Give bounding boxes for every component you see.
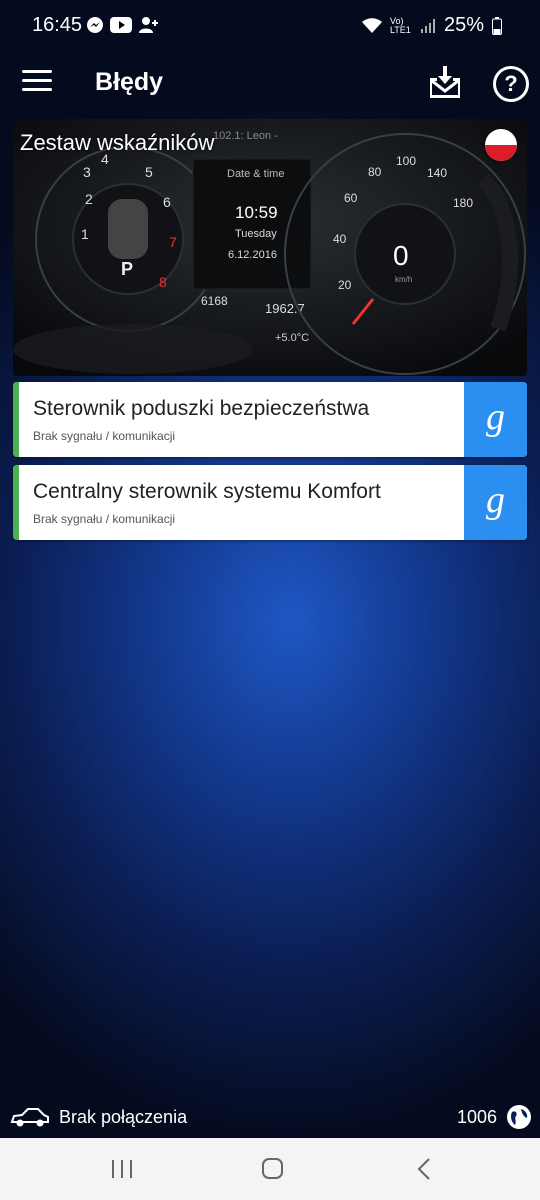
network-label: Vo) LTE1 — [389, 15, 411, 35]
fault-title: Sterownik poduszki bezpieczeństwa — [33, 397, 370, 420]
menu-line — [22, 88, 52, 91]
cluster-header: 102.1: Leon - — [213, 130, 278, 142]
svg-text:40: 40 — [333, 232, 347, 246]
menu-line — [22, 70, 52, 73]
battery-icon — [492, 16, 502, 35]
instrument-cluster-image: 3 4 5 6 7 8 2 1 P 102.1: Leon - Date & t… — [13, 119, 527, 376]
status-time: 16:45 — [32, 14, 83, 36]
poland-flag-icon[interactable] — [485, 129, 517, 161]
wifi-icon — [361, 17, 382, 33]
flag-red-stripe — [485, 145, 517, 161]
status-bar: 16:45 Vo) LTE1 25% — [0, 0, 540, 54]
count-label: 1006 — [456, 1107, 497, 1127]
recent-apps-icon — [112, 1160, 132, 1178]
fault-item[interactable]: Sterownik poduszki bezpieczeństwa Brak s… — [13, 382, 527, 457]
system-nav-bar — [0, 1138, 540, 1200]
cluster-odometer: 6168 — [201, 294, 228, 308]
cluster-date: 6.12.2016 — [228, 249, 277, 261]
menu-button[interactable] — [22, 70, 52, 94]
page-title: Błędy — [95, 68, 164, 96]
fault-status-accent — [13, 465, 19, 540]
help-icon: ? — [504, 71, 518, 96]
back-icon — [417, 1158, 430, 1180]
gear-indicator: P — [121, 259, 133, 279]
cluster-temperature: +5.0°C — [275, 332, 309, 344]
fault-subtitle: Brak sygnału / komunikacji — [33, 429, 176, 443]
svg-text:100: 100 — [396, 154, 416, 168]
connection-status: Brak połączenia — [59, 1107, 188, 1127]
google-search-button[interactable]: g — [464, 465, 527, 540]
google-search-button[interactable]: g — [464, 382, 527, 457]
recent-apps-button[interactable] — [102, 1154, 142, 1184]
google-icon: g — [486, 396, 505, 438]
home-icon — [262, 1158, 283, 1179]
notification-icons — [86, 16, 158, 34]
messenger-icon — [87, 17, 103, 33]
cluster-speed-unit: km/h — [395, 275, 412, 284]
signal-icon — [420, 18, 435, 33]
cluster-date-label: Date & time — [227, 168, 284, 180]
svg-text:6: 6 — [163, 194, 171, 210]
back-button[interactable] — [404, 1154, 444, 1184]
add-person-icon — [139, 17, 158, 33]
svg-text:7: 7 — [169, 234, 177, 250]
home-button[interactable] — [252, 1154, 292, 1184]
cluster-day: Tuesday — [235, 228, 277, 240]
menu-line — [22, 79, 52, 82]
connection-footer: Brak połączenia 1006 — [0, 1098, 540, 1138]
globe-icon[interactable] — [506, 1104, 532, 1130]
fault-status-accent — [13, 382, 19, 457]
app-bar: Błędy ? — [0, 56, 540, 110]
svg-text:20: 20 — [338, 278, 352, 292]
car-icon — [10, 1108, 49, 1127]
instrument-cluster-banner[interactable]: 3 4 5 6 7 8 2 1 P 102.1: Leon - Date & t… — [13, 119, 527, 376]
cluster-speed: 0 — [393, 240, 409, 271]
fault-subtitle: Brak sygnału / komunikacji — [33, 512, 176, 526]
system-icons: Vo) LTE1 25% — [361, 14, 502, 37]
cluster-time: 10:59 — [235, 203, 278, 222]
svg-text:3: 3 — [83, 164, 91, 180]
svg-text:8: 8 — [159, 274, 167, 290]
svg-text:80: 80 — [368, 165, 382, 179]
svg-text:2: 2 — [85, 191, 93, 207]
download-inbox-button[interactable] — [427, 64, 463, 100]
inbox-download-icon — [430, 66, 460, 98]
help-button[interactable]: ? — [493, 66, 529, 102]
svg-text:60: 60 — [344, 191, 358, 205]
google-icon: g — [486, 479, 505, 521]
svg-text:140: 140 — [427, 166, 447, 180]
banner-title: Zestaw wskaźników — [20, 130, 215, 155]
svg-text:1: 1 — [81, 226, 89, 242]
fault-item[interactable]: Centralny sterownik systemu Komfort Brak… — [13, 465, 527, 540]
battery-percent: 25% — [443, 14, 484, 36]
youtube-icon — [110, 17, 132, 33]
fault-title: Centralny sterownik systemu Komfort — [33, 480, 381, 503]
svg-text:180: 180 — [453, 196, 473, 210]
svg-text:5: 5 — [145, 164, 153, 180]
